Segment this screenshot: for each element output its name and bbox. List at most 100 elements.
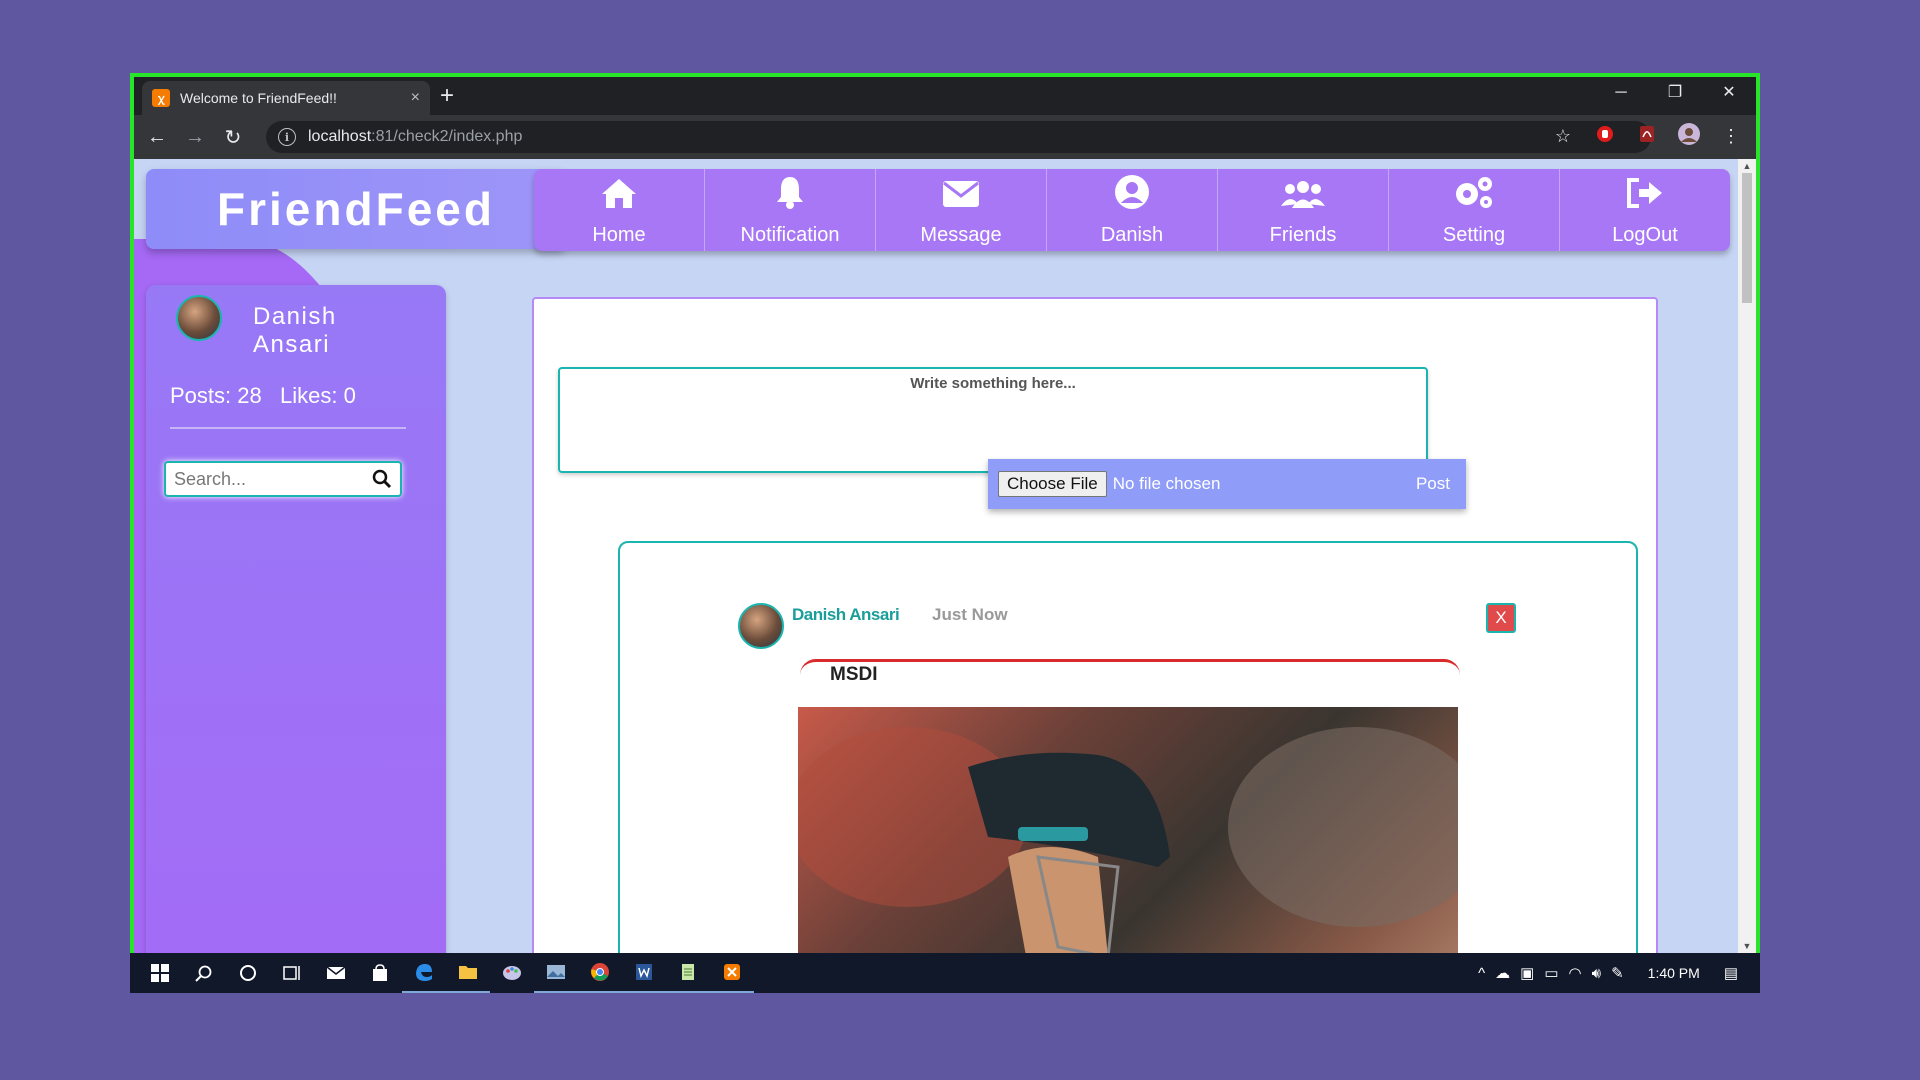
xampp-icon[interactable] (710, 953, 754, 993)
scroll-thumb[interactable] (1742, 173, 1752, 303)
reload-icon[interactable]: ↻ (214, 125, 252, 150)
nav-message[interactable]: Message (875, 169, 1046, 251)
store-icon[interactable] (358, 953, 402, 993)
browser-toolbar: ← → ↻ i localhost:81/check2/index.php ☆ … (134, 115, 1756, 159)
bookmark-star-icon[interactable]: ☆ (1548, 126, 1578, 147)
address-bar[interactable]: i localhost:81/check2/index.php (266, 121, 1651, 153)
battery-icon[interactable]: ▭ (1544, 964, 1558, 982)
paint-icon[interactable] (490, 953, 534, 993)
upload-bar: Choose File No file chosen Post (988, 459, 1466, 509)
divider (170, 427, 406, 429)
nav-profile[interactable]: Danish (1046, 169, 1217, 251)
clock-time[interactable]: 1:40 PM (1648, 965, 1700, 981)
gears-icon (1456, 177, 1492, 208)
back-arrow-icon[interactable]: ← (138, 126, 176, 149)
chevron-up-icon[interactable]: ^ (1478, 965, 1485, 982)
restore-button[interactable]: ❐ (1648, 77, 1702, 111)
edge-icon[interactable] (402, 953, 446, 993)
profile-stats: Posts: 28 Likes: 0 (170, 383, 356, 408)
post-text: MSDI (800, 659, 1460, 689)
action-center-icon[interactable]: ▤ (1724, 964, 1738, 982)
mail-icon[interactable] (314, 953, 358, 993)
post-textarea[interactable]: Write something here... (558, 367, 1428, 473)
security-icon[interactable]: ▣ (1520, 964, 1534, 982)
nav-notification[interactable]: Notification (704, 169, 875, 251)
browser-window: ꭓ Welcome to FriendFeed!! × + ─ ❐ ✕ ← → … (130, 73, 1760, 953)
feed-panel: Write something here... Choose File No f… (532, 297, 1658, 953)
post-time: Just Now (932, 605, 1008, 624)
close-window-button[interactable]: ✕ (1702, 77, 1756, 111)
users-icon (1281, 181, 1325, 208)
onedrive-icon[interactable]: ☁ (1495, 964, 1510, 982)
avatar[interactable] (738, 603, 784, 649)
forward-arrow-icon[interactable]: → (176, 126, 214, 149)
scroll-down-icon[interactable]: ▼ (1738, 941, 1756, 951)
nav-friends[interactable]: Friends (1217, 169, 1388, 251)
pdf-extension-icon[interactable] (1632, 125, 1662, 148)
avatar[interactable] (176, 295, 222, 341)
profile-name[interactable]: Danish Ansari (253, 303, 373, 359)
windows-start-icon[interactable] (138, 953, 182, 993)
home-icon (602, 179, 636, 208)
pen-icon[interactable]: ✎ (1611, 964, 1624, 982)
tab-close-icon[interactable]: × (411, 89, 420, 107)
browser-tab[interactable]: ꭓ Welcome to FriendFeed!! × (142, 81, 430, 115)
nav-home[interactable]: Home (534, 169, 704, 251)
word-icon[interactable] (622, 953, 666, 993)
nav-label-profile: Danish (1100, 224, 1164, 246)
nav-label-logout: LogOut (1612, 224, 1678, 246)
page-content: FriendFeed Home Notification Message Dan… (134, 159, 1742, 953)
nav-setting[interactable]: Setting (1388, 169, 1559, 251)
nav-label-setting: Setting (1442, 224, 1506, 246)
profile-sidebar: Danish Ansari Posts: 28 Likes: 0 (146, 285, 446, 953)
cricketer-photo (798, 727, 1458, 953)
nav-label-notification: Notification (740, 224, 840, 246)
site-logo[interactable]: FriendFeed (146, 169, 566, 249)
photos-icon[interactable] (534, 953, 578, 993)
wifi-icon[interactable]: ◠ (1569, 964, 1582, 982)
file-explorer-icon[interactable] (446, 953, 490, 993)
windows-taskbar: ^ ☁ ▣ ▭ ◠ 🔊︎ ✎ 1:40 PM ▤ (130, 953, 1760, 993)
scroll-up-icon[interactable]: ▲ (1738, 161, 1756, 171)
search-icon[interactable] (182, 953, 226, 993)
chrome-icon[interactable] (578, 953, 622, 993)
new-tab-button[interactable]: + (440, 83, 454, 109)
delete-post-button[interactable]: X (1486, 603, 1516, 633)
envelope-icon (943, 181, 979, 207)
volume-icon[interactable]: 🔊︎ (1592, 965, 1601, 982)
nav-label-friends: Friends (1269, 224, 1337, 246)
toolbar-actions: ☆ ⋮ (1548, 122, 1746, 151)
adblock-extension-icon[interactable] (1590, 125, 1620, 148)
notepad-icon[interactable] (666, 953, 710, 993)
nav-label-message: Message (920, 224, 1002, 246)
system-tray: ^ ☁ ▣ ▭ ◠ 🔊︎ ✎ 1:40 PM ▤ (1478, 964, 1752, 983)
bell-icon (777, 177, 803, 209)
choose-file-button[interactable]: Choose File (998, 471, 1107, 497)
tab-title: Welcome to FriendFeed!! (180, 90, 337, 106)
cortana-icon[interactable] (226, 953, 270, 993)
search-box (164, 461, 402, 497)
info-icon[interactable]: i (278, 128, 296, 146)
post-image[interactable] (798, 707, 1458, 953)
file-status: No file chosen (1112, 474, 1221, 493)
url-path: :81/check2/index.php (371, 128, 523, 145)
nav-label-home: Home (592, 224, 646, 246)
task-view-icon[interactable] (270, 953, 314, 993)
main-navbar: Home Notification Message Danish Friends… (534, 169, 1730, 251)
tab-strip: ꭓ Welcome to FriendFeed!! × + ─ ❐ ✕ (134, 77, 1756, 115)
window-controls: ─ ❐ ✕ (1594, 77, 1756, 111)
search-icon[interactable] (372, 469, 392, 489)
page-scrollbar[interactable]: ▲ ▼ (1738, 159, 1756, 953)
post-author[interactable]: Danish Ansari (792, 605, 900, 625)
menu-kebab-icon[interactable]: ⋮ (1716, 126, 1746, 147)
sign-out-icon (1627, 178, 1662, 208)
nav-logout[interactable]: LogOut (1559, 169, 1730, 251)
post-card: Danish Ansari Just Now X MSDI (618, 541, 1638, 953)
xampp-favicon-icon: ꭓ (152, 89, 170, 107)
post-button[interactable]: Post (1416, 474, 1450, 494)
profile-avatar-icon[interactable] (1674, 122, 1704, 151)
search-input[interactable] (174, 468, 372, 490)
minimize-button[interactable]: ─ (1594, 77, 1648, 111)
url-host: localhost (308, 128, 372, 145)
user-circle-icon (1115, 175, 1149, 209)
